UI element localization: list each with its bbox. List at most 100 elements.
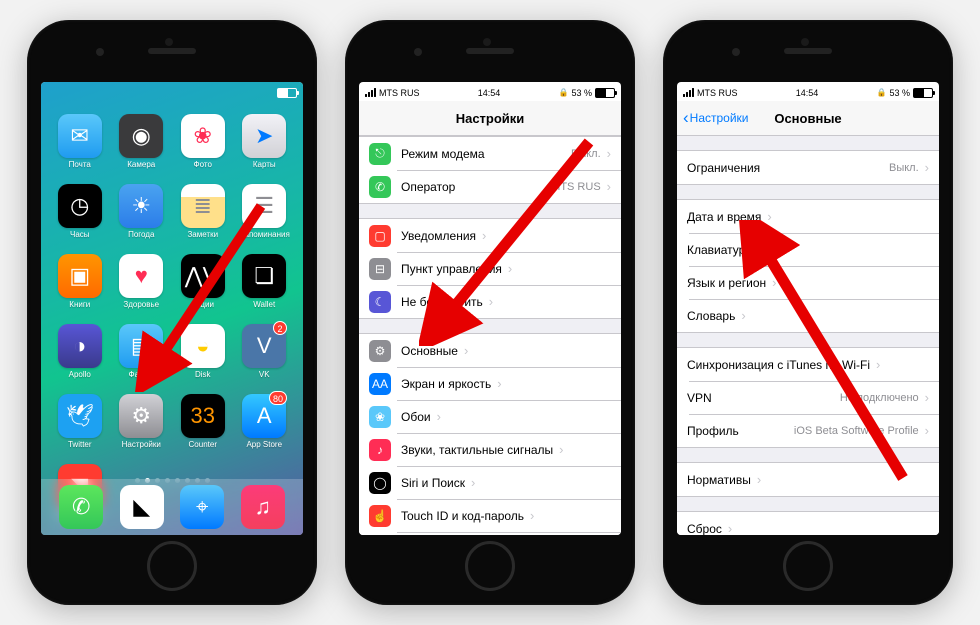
chevron-icon: ›: [607, 179, 611, 194]
app-label: Почта: [69, 160, 91, 169]
settings-row[interactable]: ♪ Звуки, тактильные сигналы ›: [359, 433, 621, 466]
settings-row[interactable]: VPNНе подключено›: [677, 381, 939, 414]
app-icon: ❏: [242, 254, 286, 298]
app-Disk[interactable]: ◒Disk: [174, 324, 232, 388]
settings-row[interactable]: ПрофильiOS Beta Software Profile›: [677, 414, 939, 447]
app-VK[interactable]: VVK2: [236, 324, 294, 388]
settings-row[interactable]: Словарь ›: [677, 299, 939, 332]
row-label: Уведомления: [401, 229, 476, 243]
app-Apollo[interactable]: ◑Apollo: [51, 324, 109, 388]
dock-app[interactable]: ♫: [241, 485, 285, 529]
row-icon: ♪: [369, 439, 391, 461]
app-icon: ▣: [58, 254, 102, 298]
row-icon: ☝: [369, 505, 391, 527]
app-Фото[interactable]: ❀Фото: [174, 114, 232, 178]
home-button[interactable]: [465, 541, 515, 591]
row-icon: ☾: [369, 291, 391, 313]
settings-row[interactable]: ✆ОператорMTS RUS›: [359, 170, 621, 203]
app-label: Disk: [195, 370, 211, 379]
home-button[interactable]: [147, 541, 197, 591]
row-label: Touch ID и код-пароль: [401, 509, 524, 523]
row-value: MTS RUS: [551, 181, 601, 193]
phone-settings: MTS RUS 14:54 🔒53 % Настройки ⎋Режим мод…: [345, 20, 635, 605]
app-icon: ▤: [119, 324, 163, 368]
row-label: Профиль: [687, 424, 739, 438]
app-Напоминания[interactable]: ☰Напоминания: [236, 184, 294, 248]
app-icon: ♥: [119, 254, 163, 298]
dock-app[interactable]: ⌖: [180, 485, 224, 529]
row-label: Обои: [401, 410, 431, 424]
home-button[interactable]: [783, 541, 833, 591]
dock-app[interactable]: ✆: [59, 485, 103, 529]
app-label: Напоминания: [239, 230, 290, 239]
app-label: Фото: [194, 160, 212, 169]
app-Книги[interactable]: ▣Книги: [51, 254, 109, 318]
row-value: Выкл.: [571, 148, 601, 160]
row-label: Режим модема: [401, 147, 485, 161]
back-button[interactable]: ‹Настройки: [683, 111, 749, 125]
chevron-icon: ›: [437, 409, 441, 424]
settings-row[interactable]: SOSЭкстренный вызов — SOS›: [359, 532, 621, 535]
chevron-icon: ›: [559, 442, 563, 457]
settings-row[interactable]: Нормативы›: [677, 463, 939, 496]
app-Файлы[interactable]: ▤Файлы: [113, 324, 171, 388]
row-label: Язык и регион: [687, 276, 766, 290]
app-icon: ◷: [58, 184, 102, 228]
app-Камера[interactable]: ◉Камера: [113, 114, 171, 178]
app-label: Здоровье: [123, 300, 159, 309]
chevron-icon: ›: [497, 376, 501, 391]
settings-row[interactable]: Клавиатура›: [677, 233, 939, 266]
chevron-icon: ›: [876, 357, 880, 372]
settings-row[interactable]: ◯Siri и Поиск›: [359, 466, 621, 499]
app-icon: ✉︎: [58, 114, 102, 158]
chevron-icon: ›: [471, 475, 475, 490]
app-label: Counter: [189, 440, 217, 449]
app-Wallet[interactable]: ❏Wallet: [236, 254, 294, 318]
dock-app[interactable]: ◣: [120, 485, 164, 529]
app-Часы[interactable]: ◷Часы: [51, 184, 109, 248]
chevron-icon: ›: [464, 343, 468, 358]
app-Почта[interactable]: ✉︎ Почта: [51, 114, 109, 178]
app-Здоровье[interactable]: ♥ Здоровье: [113, 254, 171, 318]
row-icon: ✆: [369, 176, 391, 198]
row-label: Звуки, тактильные сигналы: [401, 443, 553, 457]
settings-row[interactable]: ⚙︎Основные›: [359, 334, 621, 367]
settings-row[interactable]: AAЭкран и яркость›: [359, 367, 621, 400]
app-Настройки[interactable]: ⚙︎Настройки: [113, 394, 171, 458]
row-label: Сброс: [687, 522, 722, 536]
settings-row[interactable]: ☝Touch ID и код-пароль›: [359, 499, 621, 532]
settings-row[interactable]: ▢Уведомления›: [359, 219, 621, 252]
row-value: iOS Beta Software Profile: [794, 425, 919, 437]
app-Погода[interactable]: ☀︎Погода: [113, 184, 171, 248]
app-icon: ⚙︎: [119, 394, 163, 438]
chevron-icon: ›: [758, 242, 762, 257]
settings-row[interactable]: Сброс›: [677, 512, 939, 535]
phone-general: MTS RUS 14:54 🔒53 % ‹Настройки Основные …: [663, 20, 953, 605]
chevron-icon: ›: [489, 294, 493, 309]
app-label: VK: [259, 370, 270, 379]
app-Counter[interactable]: 33Counter: [174, 394, 232, 458]
settings-row[interactable]: Язык и регион›: [677, 266, 939, 299]
settings-row[interactable]: ❀Обои›: [359, 400, 621, 433]
status-bar: MTS RUS 14:54 🔒53 %: [359, 82, 621, 101]
row-label: Словарь: [687, 309, 735, 323]
chevron-icon: ›: [767, 209, 771, 224]
row-label: VPN: [687, 391, 712, 405]
app-Акции[interactable]: ⋀⋁Акции: [174, 254, 232, 318]
chevron-icon: ›: [482, 228, 486, 243]
settings-row[interactable]: ☾Не беспокоить›: [359, 285, 621, 318]
app-Twitter[interactable]: 🕊Twitter: [51, 394, 109, 458]
settings-row[interactable]: ⊟Пункт управления›: [359, 252, 621, 285]
settings-row[interactable]: Синхронизация с iTunes по Wi-Fi›: [677, 348, 939, 381]
app-App Store[interactable]: AApp Store80: [236, 394, 294, 458]
row-value: Не подключено: [840, 392, 919, 404]
app-label: Камера: [127, 160, 155, 169]
app-icon: ☀︎: [119, 184, 163, 228]
row-label: Дата и время: [687, 210, 761, 224]
app-Карты[interactable]: ➤Карты: [236, 114, 294, 178]
settings-row[interactable]: Дата и время ›: [677, 200, 939, 233]
chevron-icon: ›: [741, 308, 745, 323]
settings-row[interactable]: ОграниченияВыкл.›: [677, 151, 939, 184]
app-Заметки[interactable]: ≣Заметки: [174, 184, 232, 248]
settings-row[interactable]: ⎋Режим модемаВыкл.›: [359, 137, 621, 170]
